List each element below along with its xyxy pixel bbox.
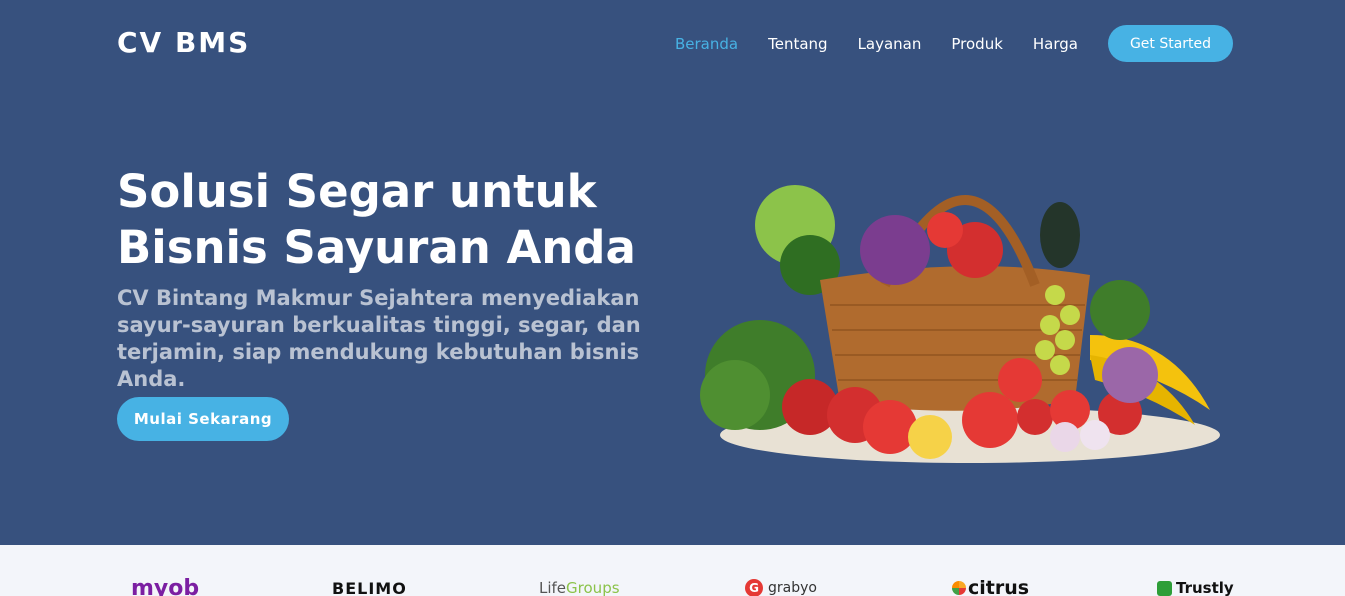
nav-harga[interactable]: Harga [1033, 35, 1078, 53]
grape [1055, 330, 1075, 350]
get-started-button[interactable]: Get Started [1108, 25, 1233, 62]
nav-beranda[interactable]: Beranda [675, 35, 738, 53]
vegetable-basket-image [700, 185, 1220, 463]
lifegroups-text-b: Groups [566, 579, 620, 596]
lock-icon [1157, 580, 1172, 596]
main-nav: Beranda Tentang Layanan Produk Harga Get… [675, 25, 1233, 62]
tomato [962, 392, 1018, 448]
brand-logo[interactable]: CV BMS [117, 26, 250, 59]
grape [1050, 355, 1070, 375]
client-logo-grabyo: Ggrabyo [745, 573, 817, 596]
nav-produk[interactable]: Produk [951, 35, 1003, 53]
client-logo-belimo: BELIMO [332, 573, 407, 596]
eggplant [1040, 202, 1080, 268]
client-logo-myob: myob [131, 573, 199, 596]
belimo-text: BELIMO [332, 578, 407, 596]
lemon [908, 415, 952, 459]
citrus-text: citrus [968, 577, 1030, 596]
grabyo-icon: G [745, 579, 763, 596]
hero-subtitle: CV Bintang Makmur Sejahtera menyediakan … [117, 286, 641, 391]
grape [1045, 285, 1065, 305]
apple [863, 400, 917, 454]
red-pepper-2 [927, 212, 963, 248]
start-now-button[interactable]: Mulai Sekarang [117, 397, 289, 441]
client-logo-citrus: citrus [952, 573, 1029, 596]
nav-layanan[interactable]: Layanan [858, 35, 922, 53]
broccoli-right [1090, 280, 1150, 340]
clients-strip: myob BELIMO Life Groups Ggrabyo citrus Tr… [0, 545, 1345, 596]
broccoli-left-2 [700, 360, 770, 430]
citrus-icon [952, 581, 966, 595]
red-cabbage [860, 215, 930, 285]
tomato-2 [998, 358, 1042, 402]
onion-2 [1050, 422, 1080, 452]
hero-section: CV BMS Beranda Tentang Layanan Produk Ha… [0, 0, 1345, 545]
nav-tentang[interactable]: Tentang [768, 35, 827, 53]
onion [1080, 420, 1110, 450]
grabyo-text: grabyo [768, 580, 817, 596]
grape [1040, 315, 1060, 335]
cabbage-right [1102, 347, 1158, 403]
lifegroups-text-a: Life [539, 579, 567, 596]
trustly-text: Trustly [1176, 579, 1234, 596]
grape [1035, 340, 1055, 360]
client-logo-trustly: Trustly [1157, 573, 1234, 596]
grape [1060, 305, 1080, 325]
client-logo-lifegroups: Life Groups [539, 573, 620, 596]
hero-title: Solusi Segar untuk Bisnis Sayuran Anda [117, 165, 636, 274]
tomato-3 [1017, 399, 1053, 435]
myob-text: myob [131, 575, 200, 596]
